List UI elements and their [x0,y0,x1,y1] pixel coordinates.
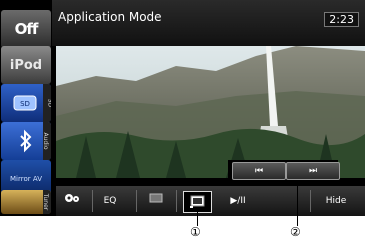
app-launcher-button[interactable] [183,191,212,213]
sd-card-icon: SD [13,95,37,111]
sd-source-button[interactable]: SD SD [1,84,51,122]
play-pause-button[interactable]: ▶/II [224,192,252,210]
previous-track-button[interactable]: ⏮ [232,162,286,180]
settings-button[interactable] [62,192,82,210]
off-label: Off [14,20,39,38]
tuner-source-button[interactable]: Tuner [1,190,51,214]
divider [136,190,137,212]
bluetooth-icon [20,129,32,153]
callout-line-2 [297,181,298,226]
next-track-button[interactable]: ⏭ [286,162,340,180]
video-frame-image [56,46,365,178]
hide-button[interactable]: Hide [316,192,356,210]
head-unit-screen: Off iPod SD SD Audio Mirror AV Tuner App… [0,0,365,216]
video-area[interactable] [56,46,365,178]
audio-tab-label: Audio [41,132,49,150]
sd-tab-label: SD [46,98,51,108]
screen-mode-icon [149,193,163,203]
app-launcher-icon [190,195,205,208]
page-title: Application Mode [58,10,162,24]
tuner-tab-label: Tuner [42,193,50,211]
svg-text:SD: SD [20,100,30,108]
ipod-source-button[interactable]: iPod [1,46,51,84]
callout-2: ② [290,225,301,239]
divider [92,190,93,212]
divider [176,190,177,212]
title-bar: Application Mode 2:23 [52,0,365,46]
eq-button[interactable]: EQ [96,192,124,210]
screen-mode-button[interactable] [146,192,166,210]
callout-1: ① [190,225,201,239]
bluetooth-source-button[interactable]: Audio [1,122,51,160]
clock: 2:23 [324,12,359,27]
skip-controls: ⏮ ⏭ [228,160,340,180]
ipod-label: iPod [9,57,43,73]
divider [310,190,311,212]
mirror-av-label: Mirror AV [10,175,42,183]
gears-icon [65,194,79,202]
callout-line-1 [197,211,198,226]
off-button[interactable]: Off [1,10,51,48]
source-column: Off iPod SD SD Audio Mirror AV Tuner [0,0,52,216]
